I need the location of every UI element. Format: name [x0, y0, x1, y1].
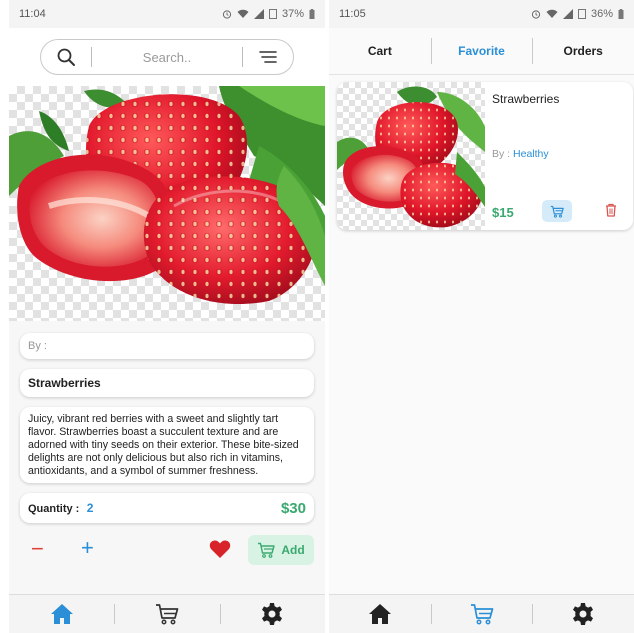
remove-favorite-button[interactable] — [605, 203, 617, 222]
add-to-cart-button[interactable]: Add — [248, 535, 314, 565]
filter-menu-button[interactable] — [243, 40, 293, 74]
favorite-item-card[interactable]: Strawberries By : Healthy $15 — [337, 82, 633, 230]
settings-icon — [262, 603, 283, 625]
status-time: 11:05 — [339, 8, 366, 20]
tab-cart[interactable]: Cart — [329, 44, 431, 58]
by-label: By : — [492, 148, 511, 160]
product-description: Juicy, vibrant red berries with a sweet … — [20, 407, 314, 483]
by-value: Healthy — [513, 148, 549, 160]
alarm-icon — [531, 10, 541, 19]
cart-icon — [550, 205, 564, 218]
status-bar: 11:04 37% — [9, 0, 325, 28]
bottom-nav — [329, 594, 634, 633]
search-button[interactable] — [41, 40, 91, 74]
decrease-quantity-button[interactable]: − — [31, 538, 44, 560]
battery-percent: 36% — [590, 8, 613, 20]
wifi-icon — [237, 9, 249, 18]
total-price: $30 — [280, 499, 306, 517]
menu-icon — [259, 51, 277, 63]
cart-icon — [258, 542, 276, 558]
search-input[interactable]: Search.. — [92, 50, 242, 65]
bottom-nav — [9, 594, 325, 633]
signal-icon — [253, 9, 264, 19]
nav-cart[interactable] — [114, 595, 219, 633]
quantity-price-row: Quantity : 2 $30 — [20, 493, 314, 523]
increase-quantity-button[interactable]: + — [81, 537, 94, 559]
favorites-screen: 11:05 36% Cart Favorite Orders Strawberr… — [329, 0, 634, 633]
cart-icon — [470, 604, 493, 625]
cart-icon — [155, 604, 179, 625]
settings-icon — [573, 603, 594, 625]
product-image — [9, 86, 325, 321]
tab-favorite[interactable]: Favorite — [430, 38, 533, 64]
status-time: 11:04 — [19, 8, 46, 20]
alarm-icon — [222, 10, 232, 19]
add-button-label: Add — [281, 543, 305, 557]
home-icon — [50, 604, 73, 624]
author-field: By : — [20, 333, 314, 359]
nav-cart[interactable] — [430, 595, 533, 633]
product-detail-screen: 11:04 37% Search.. By: Strawberries Jui… — [9, 0, 325, 633]
wifi-icon — [546, 9, 558, 18]
favorite-item-title: Strawberries — [492, 92, 560, 106]
nav-home[interactable] — [329, 595, 431, 633]
heart-icon — [209, 540, 231, 558]
tab-bar: Cart Favorite Orders — [329, 28, 634, 75]
trash-icon — [606, 203, 616, 217]
favorite-item-price: $15 — [492, 205, 514, 220]
tab-orders[interactable]: Orders — [532, 38, 634, 64]
favorite-button[interactable] — [209, 539, 231, 564]
by-label: By : — [28, 340, 47, 352]
signal-icon — [562, 9, 573, 19]
strawberries-thumbnail — [337, 86, 485, 228]
battery-icon — [309, 9, 315, 19]
status-bar: 11:05 36% — [329, 0, 634, 28]
no-sim-icon — [577, 9, 586, 19]
battery-icon — [618, 9, 624, 19]
nav-home[interactable] — [9, 595, 114, 633]
battery-percent: 37% — [281, 8, 304, 20]
search-icon — [57, 48, 75, 66]
move-to-cart-button[interactable] — [542, 200, 572, 222]
favorite-item-image — [337, 82, 485, 230]
favorite-item-author: By : Healthy — [492, 148, 549, 160]
home-icon — [368, 604, 391, 624]
strawberries-illustration — [9, 86, 325, 305]
nav-settings[interactable] — [532, 595, 634, 633]
action-row: − + Add — [9, 531, 325, 571]
nav-settings[interactable] — [219, 595, 325, 633]
no-sim-icon — [268, 9, 277, 19]
quantity-value: 2 — [86, 501, 94, 515]
search-bar[interactable]: Search.. — [40, 39, 294, 75]
quantity-label: Quantity : — [28, 503, 80, 515]
product-title: Strawberries — [20, 369, 314, 397]
